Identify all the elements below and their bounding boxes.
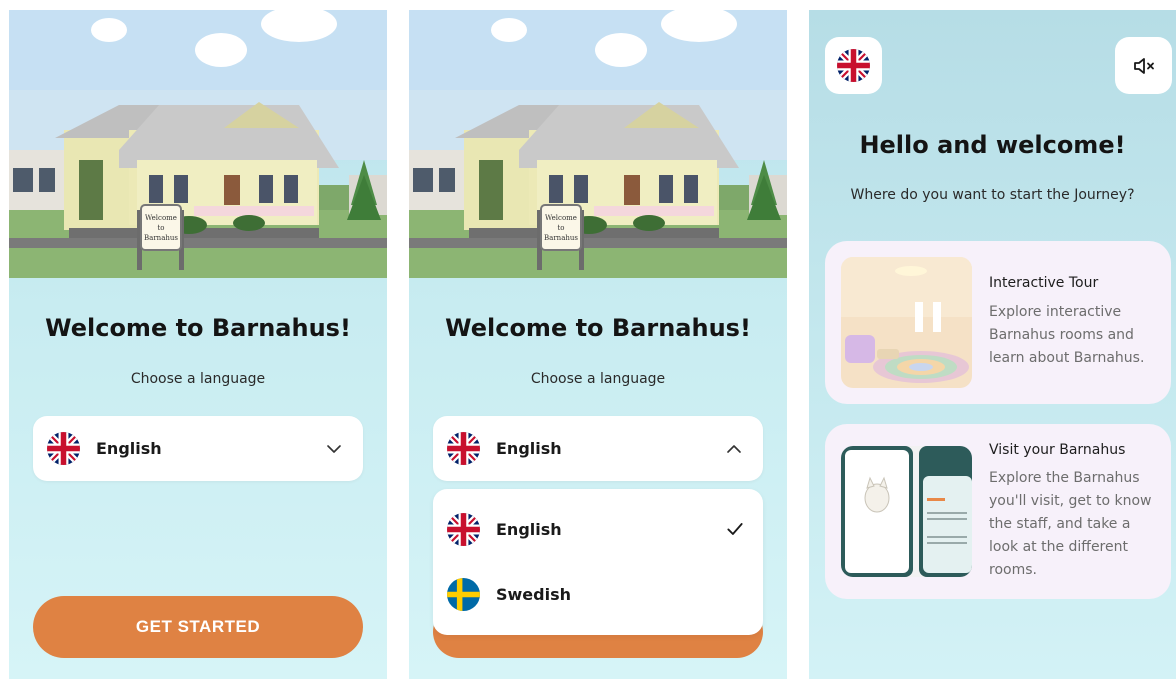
chevron-down-icon[interactable] (325, 440, 343, 458)
language-option-english[interactable]: English (433, 499, 763, 559)
language-option-label: Swedish (496, 584, 572, 604)
journey-selection-screen: Hello and welcome! Where do you want to … (809, 10, 1176, 679)
language-option-swedish[interactable]: Swedish (433, 564, 763, 624)
card-description: Explore the Barnahus you'll visit, get t… (989, 470, 1152, 578)
selected-language-label: English (96, 439, 162, 458)
language-option-label: English (496, 519, 562, 539)
barnahus-house-illustration: Welcome to Barnahus (409, 10, 787, 278)
svg-text:Welcome: Welcome (145, 214, 177, 222)
uk-flag-icon (447, 513, 480, 546)
room-illustration (841, 257, 972, 388)
language-screen-collapsed: Welcome to Barnahus Welcome to Barnahus!… (9, 10, 387, 679)
svg-text:Barnahus: Barnahus (544, 234, 578, 242)
svg-text:to: to (157, 224, 164, 232)
card-title: Visit your Barnahus (989, 442, 1126, 458)
welcome-title: Welcome to Barnahus! (445, 314, 751, 342)
mute-icon (1132, 54, 1156, 78)
selected-language-label: English (496, 439, 562, 458)
checkmark-icon (725, 519, 745, 539)
barnahus-house-illustration: Welcome to Barnahus (9, 10, 387, 278)
sound-toggle-button[interactable] (1115, 37, 1172, 94)
card-description: Explore interactive Barnahus rooms and l… (989, 304, 1145, 366)
svg-text:to: to (557, 224, 564, 232)
visit-barnahus-card[interactable]: Visit your Barnahus Explore the Barnahus… (825, 424, 1171, 599)
welcome-title: Welcome to Barnahus! (45, 314, 351, 342)
svg-text:Welcome: Welcome (545, 214, 577, 222)
interactive-tour-card[interactable]: Interactive Tour Explore interactive Bar… (825, 241, 1171, 404)
uk-flag-icon (47, 432, 80, 465)
card-title: Interactive Tour (989, 275, 1099, 291)
language-button[interactable] (825, 37, 882, 94)
journey-question: Where do you want to start the Journey? (850, 187, 1135, 203)
language-screen-expanded: Welcome to Barnahus Welcome to Barnahus!… (409, 10, 787, 679)
chevron-up-icon[interactable] (725, 440, 743, 458)
language-dropdown: English Swedish (433, 489, 763, 635)
language-select[interactable]: English (433, 416, 763, 481)
choose-language-label: Choose a language (530, 371, 666, 387)
app-screens-illustration (841, 446, 972, 577)
sweden-flag-icon (447, 578, 480, 611)
hello-title: Hello and welcome! (859, 131, 1126, 159)
get-started-button[interactable]: GET STARTED (33, 596, 363, 658)
svg-text:Barnahus: Barnahus (144, 234, 178, 242)
uk-flag-icon (447, 432, 480, 465)
uk-flag-icon (837, 49, 870, 82)
language-select[interactable]: English (33, 416, 363, 481)
choose-language-label: Choose a language (130, 371, 266, 387)
